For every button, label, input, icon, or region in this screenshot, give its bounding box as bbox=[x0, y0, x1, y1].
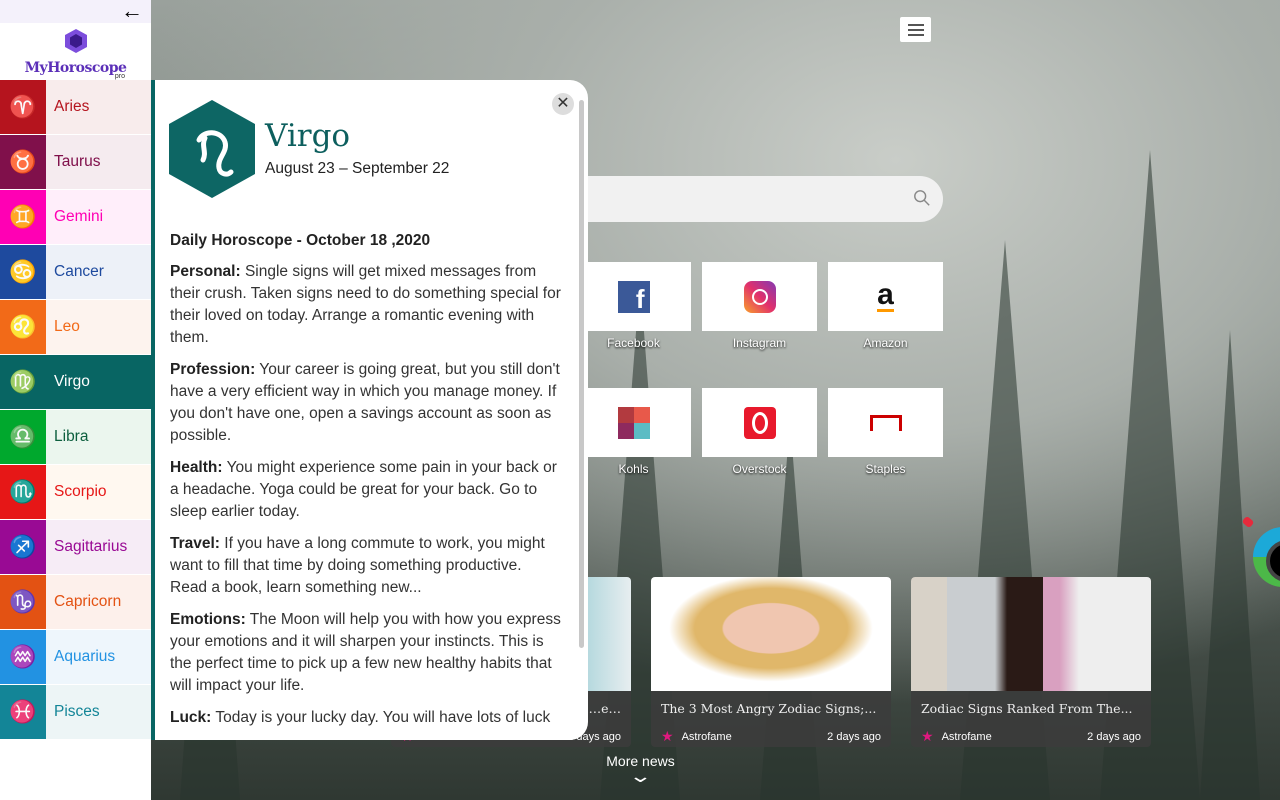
horoscope-heading: Daily Horoscope - October 18 ,2020 bbox=[170, 232, 431, 249]
news-card[interactable]: The 3 Most Angry Zodiac Signs;... ★ Astrof… bbox=[651, 577, 891, 747]
overstock-icon bbox=[743, 406, 776, 439]
ram-icon: ♈ bbox=[0, 80, 46, 134]
sidebar-item-libra[interactable]: ♎ Libra bbox=[0, 410, 151, 464]
virgo-sign-icon bbox=[169, 100, 255, 198]
logo: MyHoroscope pro bbox=[0, 23, 151, 80]
sidebar-item-capricorn[interactable]: ♑ Capricorn bbox=[0, 575, 151, 629]
horoscope-section: Travel: If you have a long commute to wo… bbox=[170, 535, 545, 596]
kohls-icon bbox=[617, 406, 650, 439]
virgo-icon: ♍ bbox=[0, 355, 46, 409]
horoscope-section: Health: You might experience some pain i… bbox=[170, 459, 557, 520]
astrofame-icon: ★ bbox=[661, 728, 674, 744]
sidebar-item-cancer[interactable]: ♋ Cancer bbox=[0, 245, 151, 299]
sidebar-item-taurus[interactable]: ♉ Taurus bbox=[0, 135, 151, 189]
lion-icon: ♌ bbox=[0, 300, 46, 354]
scrollbar[interactable] bbox=[579, 100, 584, 648]
arrow-left-icon[interactable]: ← bbox=[121, 0, 143, 22]
horoscope-section: Emotions: The Moon will help you with ho… bbox=[170, 611, 561, 694]
water-jar-icon: ♒ bbox=[0, 630, 46, 684]
search-icon bbox=[914, 190, 930, 206]
bull-icon: ♉ bbox=[0, 135, 46, 189]
horoscope-text: Daily Horoscope - October 18 ,2020 Perso… bbox=[170, 230, 562, 739]
shortcut-kohls[interactable]: Kohls bbox=[576, 388, 691, 476]
sign-title: Virgo bbox=[265, 118, 351, 154]
shortcut-instagram[interactable]: Instagram bbox=[702, 262, 817, 350]
news-image bbox=[651, 577, 891, 691]
news-image bbox=[911, 577, 1151, 691]
sidebar-item-pisces[interactable]: ♓ Pisces bbox=[0, 685, 151, 739]
sidebar-item-sagittarius[interactable]: ♐ Sagittarius bbox=[0, 520, 151, 574]
sidebar-item-virgo[interactable]: ♍ Virgo bbox=[0, 355, 151, 409]
sidebar: ← MyHoroscope pro ♈ Aries ♉ Taurus ♊ Gemini ♋ C… bbox=[0, 0, 151, 800]
horoscope-section: Personal: Single signs will get mixed me… bbox=[170, 263, 561, 346]
sidebar-item-leo[interactable]: ♌ Leo bbox=[0, 300, 151, 354]
menu-button[interactable] bbox=[900, 17, 931, 42]
chevron-down-icon: ⌄ bbox=[628, 766, 653, 786]
shortcut-amazon[interactable]: a Amazon bbox=[828, 262, 943, 350]
sidebar-item-gemini[interactable]: ♊ Gemini bbox=[0, 190, 151, 244]
logo-hexagon-icon bbox=[64, 29, 87, 53]
sidebar-item-scorpio[interactable]: ♏ Scorpio bbox=[0, 465, 151, 519]
staples-icon bbox=[869, 414, 902, 431]
astrofame-icon: ★ bbox=[921, 728, 934, 744]
sidebar-item-aquarius[interactable]: ♒ Aquarius bbox=[0, 630, 151, 684]
close-button[interactable]: ✕ bbox=[552, 93, 574, 115]
sidebar-item-aries[interactable]: ♈ Aries bbox=[0, 80, 151, 134]
horoscope-panel: ✕ Virgo August 23 – September 22 Daily H… bbox=[155, 80, 588, 740]
news-card[interactable]: Zodiac Signs Ranked From The... ★ Astrofam… bbox=[911, 577, 1151, 747]
facebook-icon: f bbox=[617, 280, 650, 314]
shortcut-overstock[interactable]: Overstock bbox=[702, 388, 817, 476]
horoscope-section: Luck: Today is your lucky day. You will … bbox=[170, 709, 551, 726]
fish-icon: ♓ bbox=[0, 685, 46, 739]
shortcut-staples[interactable]: Staples bbox=[828, 388, 943, 476]
search-bar[interactable] bbox=[560, 176, 943, 222]
more-news-button[interactable]: More news ⌄ bbox=[603, 753, 678, 785]
goat-icon: ♑ bbox=[0, 575, 46, 629]
amazon-icon: a bbox=[877, 278, 894, 312]
bow-icon: ♐ bbox=[0, 520, 46, 574]
shortcut-facebook[interactable]: f Facebook bbox=[576, 262, 691, 350]
sign-dates: August 23 – September 22 bbox=[265, 160, 450, 177]
instagram-icon bbox=[743, 280, 776, 313]
scales-icon: ♎ bbox=[0, 410, 46, 464]
crab-icon: ♋ bbox=[0, 245, 46, 299]
horoscope-section: Profession: Your career is going great, … bbox=[170, 361, 560, 444]
feather-icon: ♊ bbox=[0, 190, 46, 244]
scorpion-icon: ♏ bbox=[0, 465, 46, 519]
